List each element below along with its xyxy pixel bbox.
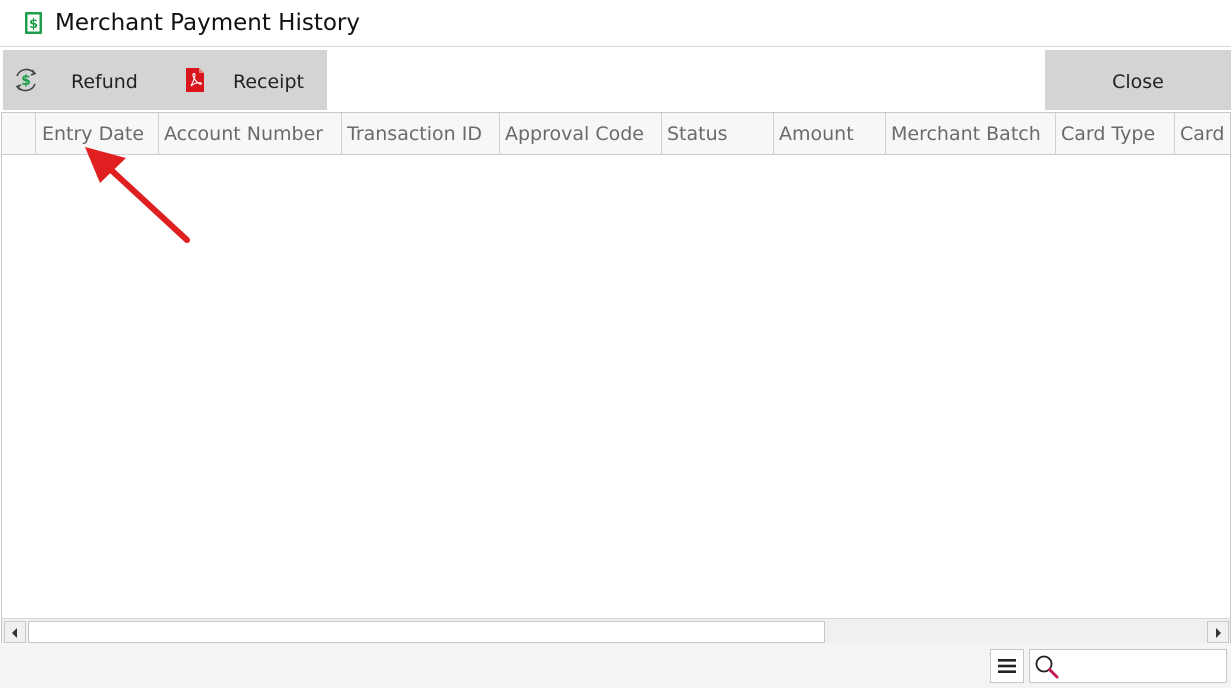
column-header-card-type[interactable]: Card Type [1056,113,1175,154]
column-header-card-e[interactable]: Card E [1175,113,1230,154]
svg-text:$: $ [21,73,31,89]
column-header-label: Merchant Batch [891,123,1041,145]
refund-label: Refund [71,71,138,93]
column-header-amount[interactable]: Amount [774,113,886,154]
pdf-icon [186,68,204,92]
hamburger-menu-icon [998,659,1016,673]
refund-cycle-icon: $ [15,68,37,92]
column-header-label: Approval Code [505,123,644,145]
row-indicator-header [2,113,36,154]
column-header-transaction-id[interactable]: Transaction ID [342,113,500,154]
receipt-button[interactable]: Receipt [168,50,318,110]
column-header-label: Transaction ID [347,123,482,145]
column-header-label: Amount [779,123,854,145]
horizontal-scrollbar[interactable] [2,618,1230,643]
column-header-account-number[interactable]: Account Number [159,113,342,154]
column-header-label: Account Number [164,123,324,145]
arrow-right-icon [1216,628,1221,638]
toolbar-action-group: $ Refund Receipt [3,50,327,110]
magnifier-icon [1035,655,1059,679]
scroll-right-button[interactable] [1207,621,1229,643]
refund-button[interactable]: $ Refund [3,50,153,110]
column-header-entry-date[interactable]: Entry Date [37,113,159,154]
svg-text:$: $ [29,17,38,32]
grid-menu-button[interactable] [990,649,1024,683]
column-header-merchant-batch[interactable]: Merchant Batch [886,113,1056,154]
column-header-status[interactable]: Status [662,113,774,154]
arrow-left-icon [12,628,17,638]
column-header-label: Status [667,123,728,145]
window-title: Merchant Payment History [55,10,360,36]
toolbar: $ Refund Receipt Close [0,47,1231,112]
payment-history-grid: Entry Date Account Number Transaction ID… [1,112,1231,643]
close-button[interactable]: Close [1045,50,1231,110]
grid-rows-area[interactable] [2,155,1230,618]
grid-footer [0,643,1231,688]
column-header-label: Card Type [1061,123,1156,145]
search-box [1029,649,1227,683]
scrollbar-thumb[interactable] [28,621,825,643]
receipt-label: Receipt [233,71,304,93]
column-header-label: Entry Date [42,123,145,145]
title-bar: $ Merchant Payment History [0,0,1231,46]
grid-header: Entry Date Account Number Transaction ID… [2,113,1230,155]
column-header-approval-code[interactable]: Approval Code [500,113,662,154]
dollar-bill-icon: $ [25,12,42,34]
column-header-label: Card E [1180,123,1230,145]
search-input[interactable] [1064,654,1222,678]
scroll-left-button[interactable] [4,621,26,643]
close-label: Close [1112,71,1164,93]
